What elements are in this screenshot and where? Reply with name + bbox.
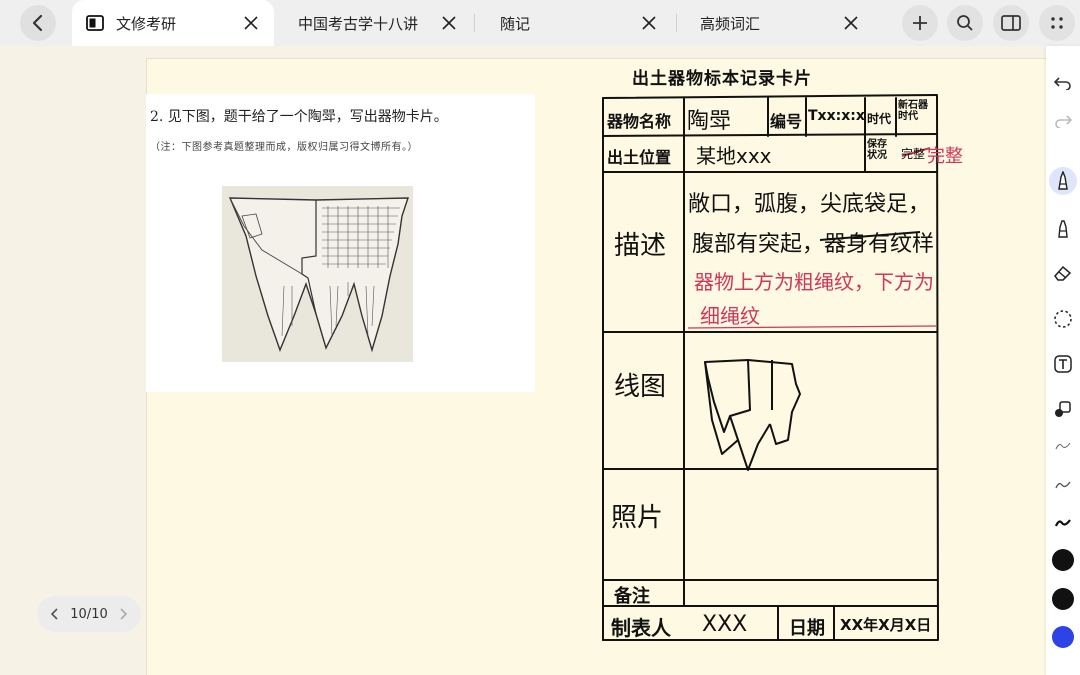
undo-button[interactable]	[1046, 68, 1080, 98]
black-color-swatch	[1052, 588, 1074, 610]
thick-stroke-icon	[1054, 519, 1071, 527]
blue-color-swatch	[1052, 626, 1074, 648]
condition-value-struck: 完整	[901, 147, 926, 161]
chevron-right-icon[interactable]	[119, 607, 129, 621]
medium-stroke[interactable]	[1046, 470, 1080, 500]
undo-icon	[1054, 77, 1071, 90]
thin-stroke-icon	[1055, 442, 1071, 450]
desc-red-line2: 细绳纹	[700, 304, 760, 328]
chevron-left-icon[interactable]	[49, 607, 59, 621]
medium-stroke-icon	[1055, 481, 1071, 489]
eraser-tool[interactable]	[1046, 258, 1080, 288]
eraser-icon	[1054, 265, 1072, 281]
highlighter-icon	[1058, 220, 1068, 238]
color-black-1[interactable]	[1046, 545, 1080, 575]
condition-label: 保存状况	[867, 139, 887, 161]
color-black-2[interactable]	[1046, 584, 1080, 614]
black-color-swatch	[1052, 549, 1074, 571]
photo-label: 照片	[611, 503, 664, 533]
shape-icon	[1055, 401, 1071, 417]
desc-line1: 敞口，弧腹，尖底袋足，	[688, 192, 931, 217]
pen-tool[interactable]	[1046, 166, 1080, 196]
thin-stroke[interactable]	[1046, 431, 1080, 461]
location-value: 某地xxx	[696, 144, 772, 168]
text-tool[interactable]	[1046, 349, 1080, 379]
location-label: 出土位置	[607, 148, 672, 167]
desc-line2-struck: 器身有纹样	[824, 232, 935, 257]
page-number: 10/10	[70, 606, 108, 622]
remark-label: 备注	[614, 586, 650, 607]
thick-stroke[interactable]	[1046, 508, 1080, 538]
highlighter-tool[interactable]	[1046, 214, 1080, 244]
redo-button[interactable]	[1046, 106, 1080, 136]
era-label: 时代	[867, 112, 892, 126]
shape-tool[interactable]	[1046, 394, 1080, 424]
era-value: 新石器时代	[898, 100, 928, 122]
number-value: Txx:x:x	[808, 108, 865, 124]
pen-icon	[1058, 171, 1068, 190]
desc-label: 描述	[614, 231, 667, 261]
lasso-tool[interactable]	[1046, 304, 1080, 334]
desc-line2-kept: 腹部有突起，	[692, 232, 825, 257]
number-label: 编号	[770, 112, 803, 131]
redo-icon	[1055, 115, 1072, 128]
page-indicator: 10/10	[37, 596, 141, 632]
maker-label: 制表人	[611, 616, 671, 640]
desc-line2: 腹部有突起，器身有纹样	[692, 226, 934, 258]
date-value: XX年X月X日	[840, 616, 932, 634]
color-blue[interactable]	[1046, 622, 1080, 652]
date-label: 日期	[789, 618, 825, 639]
pen-toolbar	[1046, 46, 1080, 675]
text-icon	[1054, 355, 1072, 373]
drawing-label: 线图	[614, 372, 667, 402]
maker-value: XXX	[702, 612, 748, 637]
lasso-icon	[1054, 310, 1072, 328]
desc-red-line1: 器物上方为粗绳纹，下方为	[694, 270, 934, 294]
name-value: 陶斝	[687, 109, 732, 134]
name-label: 器物名称	[607, 112, 672, 131]
condition-value: 完整	[927, 146, 963, 167]
